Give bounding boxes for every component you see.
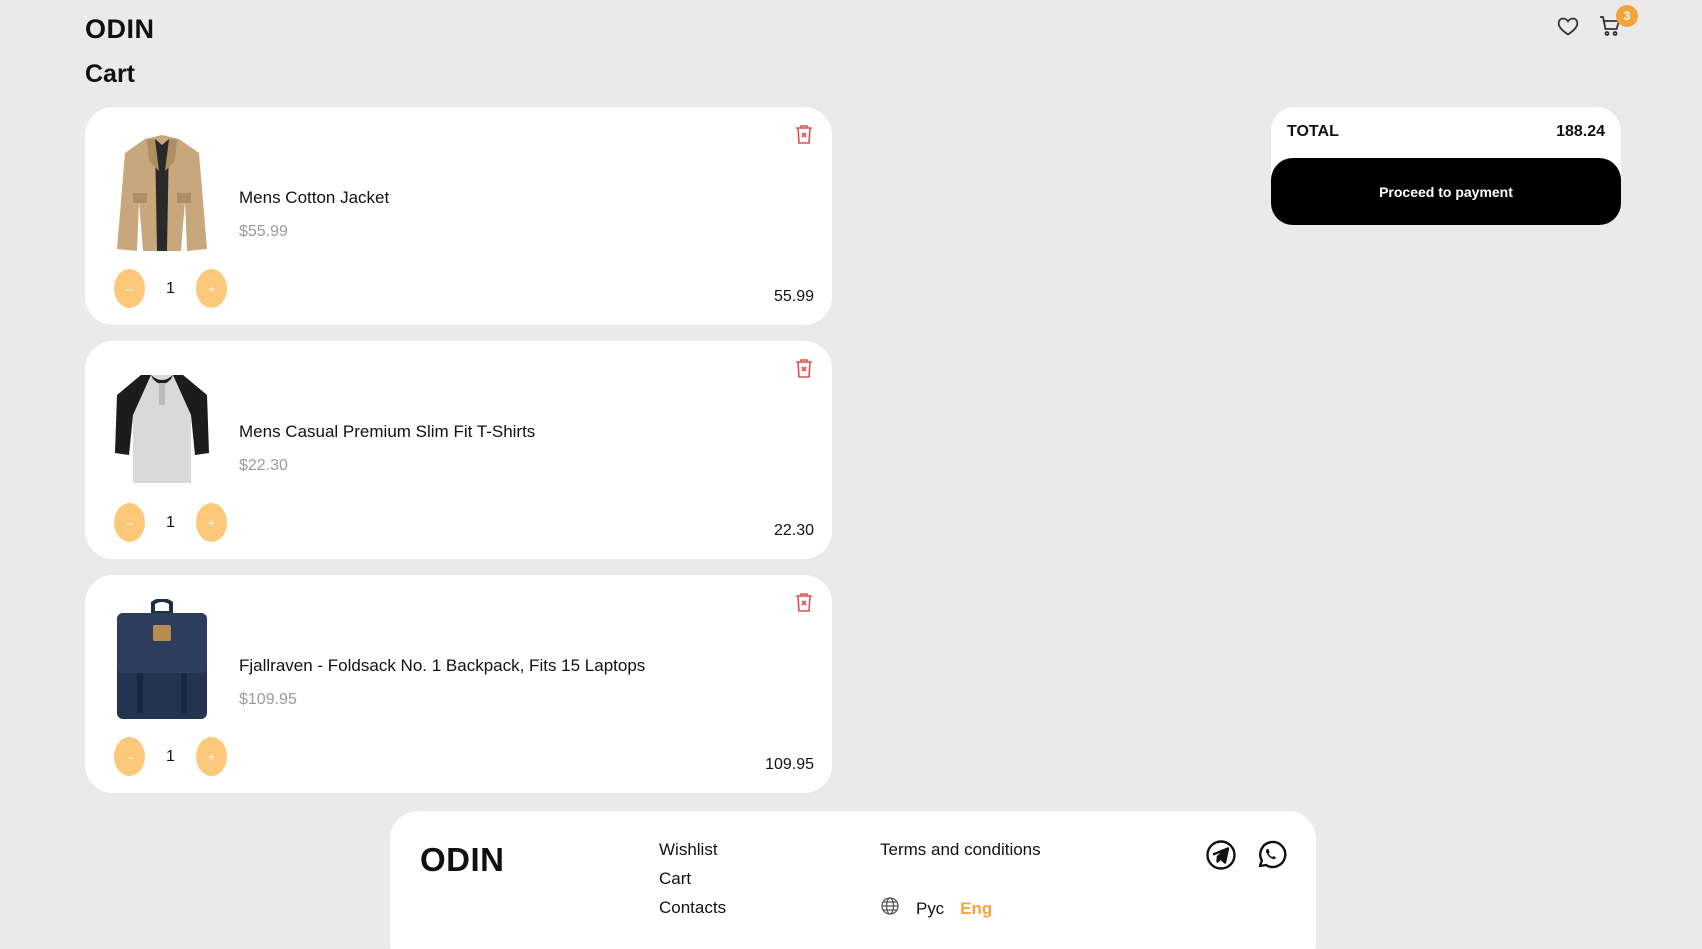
item-price: $109.95 [239, 691, 297, 708]
cart-list: Mens Cotton Jacket $55.99 – 1 + 55.99 Me… [85, 107, 832, 809]
decrease-quantity-button[interactable]: – [114, 269, 145, 308]
footer: ODIN Wishlist Cart Contacts Terms and co… [390, 811, 1316, 949]
item-title[interactable]: Mens Casual Premium Slim Fit T-Shirts [239, 422, 535, 442]
cart-count-badge: 3 [1616, 5, 1638, 27]
decrease-quantity-button[interactable]: – [114, 503, 145, 542]
language-option-en[interactable]: Eng [960, 899, 992, 919]
heart-icon[interactable] [1556, 14, 1580, 38]
item-title[interactable]: Fjallraven - Foldsack No. 1 Backpack, Fi… [239, 656, 645, 676]
delete-icon[interactable] [793, 123, 815, 145]
cart-item: Fjallraven - Foldsack No. 1 Backpack, Fi… [85, 575, 832, 793]
proceed-to-payment-button[interactable]: Proceed to payment [1271, 158, 1621, 225]
line-total: 55.99 [773, 288, 814, 305]
increase-quantity-button[interactable]: + [196, 503, 227, 542]
item-price: $55.99 [239, 223, 288, 240]
cart-item: Mens Casual Premium Slim Fit T-Shirts $2… [85, 341, 832, 559]
header-actions: 3 [1556, 5, 1638, 38]
whatsapp-icon[interactable] [1255, 839, 1287, 876]
footer-nav: Wishlist Cart Contacts [659, 839, 726, 918]
quantity-value: 1 [166, 513, 175, 531]
page-title: Cart [85, 60, 136, 88]
total-value: 188.24 [1556, 123, 1605, 140]
increase-quantity-button[interactable]: + [196, 737, 227, 776]
cart-icon[interactable]: 3 [1598, 5, 1638, 38]
language-option-ru[interactable]: Рус [916, 899, 944, 919]
site-logo[interactable]: ODIN [85, 14, 155, 45]
quantity-stepper: – 1 + [114, 503, 227, 542]
line-total: 109.95 [765, 756, 814, 773]
jacket-image [111, 131, 213, 255]
cart-item: Mens Cotton Jacket $55.99 – 1 + 55.99 [85, 107, 832, 325]
order-summary: TOTAL 188.24 Proceed to payment [1271, 107, 1621, 225]
item-price: $22.30 [239, 457, 288, 474]
quantity-stepper: – 1 + [114, 737, 227, 776]
quantity-value: 1 [166, 279, 175, 297]
language-switcher: Рус Eng [880, 896, 992, 921]
footer-link-cart[interactable]: Cart [659, 868, 726, 889]
delete-icon[interactable] [793, 591, 815, 613]
total-label: TOTAL [1287, 123, 1339, 140]
footer-link-contacts[interactable]: Contacts [659, 897, 726, 918]
footer-link-terms[interactable]: Terms and conditions [880, 839, 1041, 860]
item-title[interactable]: Mens Cotton Jacket [239, 188, 389, 208]
social-links [1205, 839, 1287, 876]
globe-icon [880, 896, 900, 921]
tshirt-image [111, 365, 213, 489]
decrease-quantity-button[interactable]: – [114, 737, 145, 776]
telegram-icon[interactable] [1205, 839, 1237, 876]
quantity-value: 1 [166, 747, 175, 765]
increase-quantity-button[interactable]: + [196, 269, 227, 308]
line-total: 22.30 [773, 522, 814, 539]
footer-link-wishlist[interactable]: Wishlist [659, 839, 726, 860]
delete-icon[interactable] [793, 357, 815, 379]
quantity-stepper: – 1 + [114, 269, 227, 308]
footer-logo[interactable]: ODIN [420, 841, 505, 879]
backpack-image [111, 598, 213, 723]
